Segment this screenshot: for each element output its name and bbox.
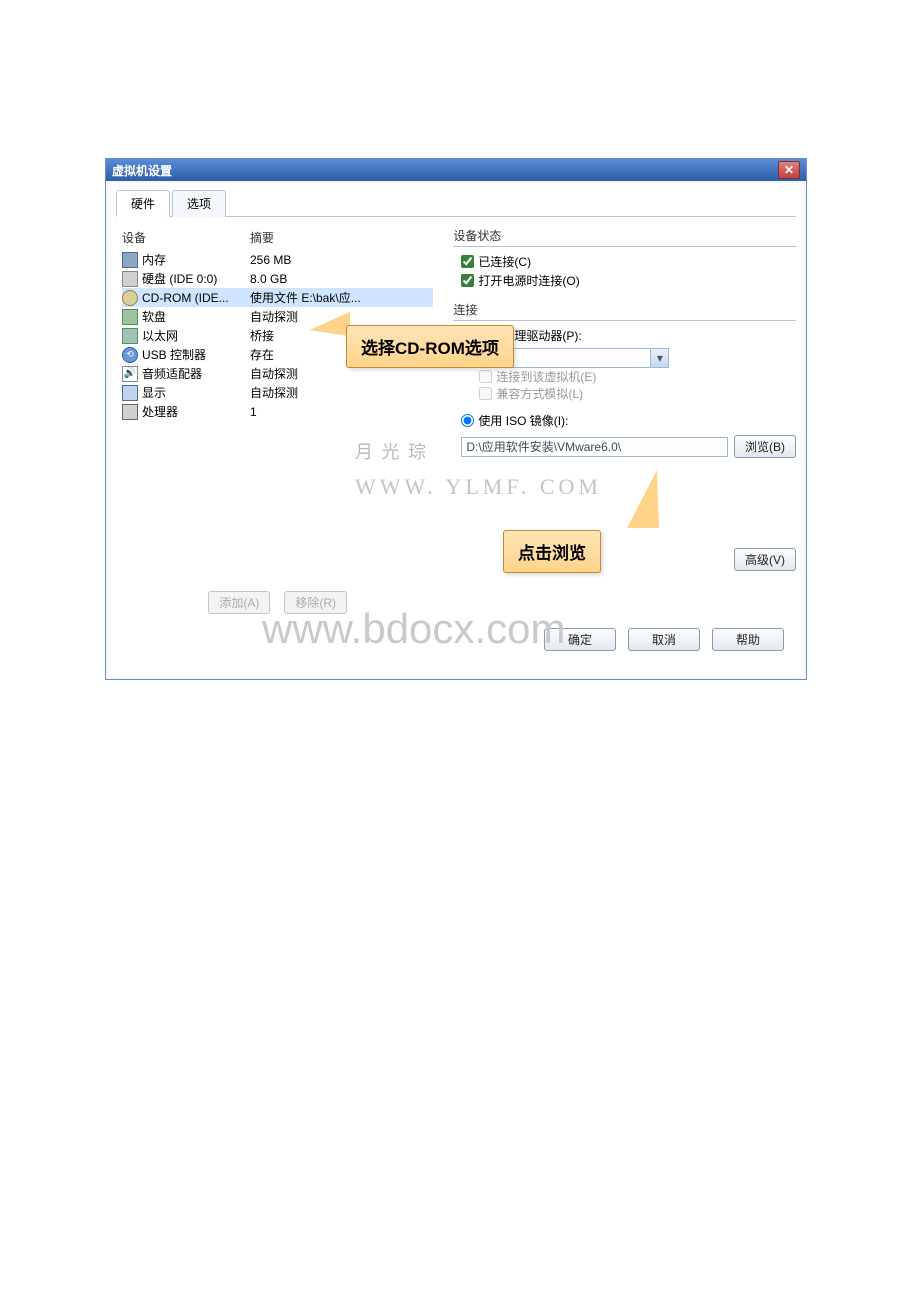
chevron-down-icon[interactable]: ▾ [650, 349, 668, 367]
titlebar: 虚拟机设置 ✕ [106, 159, 806, 181]
connected-input[interactable] [461, 255, 474, 268]
device-row-memory[interactable]: 内存256 MB [122, 250, 433, 269]
device-row-cpu[interactable]: 处理器1 [122, 402, 433, 421]
device-status-title: 设备状态 [453, 227, 796, 244]
col-device: 设备 [122, 229, 250, 246]
dialog-body: 硬件 选项 设备 摘要 内存256 MB 硬盘 (IDE 0:0)8.0 GB … [108, 183, 804, 677]
device-row-floppy[interactable]: 软盘自动探测 [122, 307, 433, 326]
tabs: 硬件 选项 [116, 189, 796, 217]
iso-path-row: 浏览(B) [461, 435, 796, 458]
device-row-cdrom[interactable]: CD-ROM (IDE...使用文件 E:\bak\应... [122, 288, 433, 307]
col-summary: 摘要 [250, 229, 274, 246]
advanced-button[interactable]: 高级(V) [734, 548, 796, 571]
cpu-icon [122, 404, 138, 420]
iso-path-input[interactable] [461, 437, 728, 457]
iso-radio[interactable]: 使用 ISO 镜像(I): [461, 412, 796, 429]
device-list-header: 设备 摘要 [122, 229, 433, 246]
harddisk-icon [122, 271, 138, 287]
vm-settings-dialog: 虚拟机设置 ✕ 硬件 选项 设备 摘要 内存256 MB 硬盘 (IDE 0:0… [105, 158, 807, 680]
device-list: 设备 摘要 内存256 MB 硬盘 (IDE 0:0)8.0 GB CD-ROM… [116, 225, 433, 614]
audio-icon [122, 366, 138, 382]
memory-icon [122, 252, 138, 268]
display-icon [122, 385, 138, 401]
connection-title: 连接 [453, 301, 796, 318]
poweron-input[interactable] [461, 274, 474, 287]
device-row-disk[interactable]: 硬盘 (IDE 0:0)8.0 GB [122, 269, 433, 288]
legacy-input [479, 387, 492, 400]
poweron-checkbox[interactable]: 打开电源时连接(O) [461, 272, 796, 289]
callout-arrow-icon [310, 312, 350, 336]
close-icon[interactable]: ✕ [778, 161, 800, 179]
network-icon [122, 328, 138, 344]
connected-checkbox[interactable]: 已连接(C) [461, 253, 796, 270]
legacy-check: 兼容方式模拟(L) [479, 385, 796, 402]
callout-click-browse: 点击浏览 [503, 530, 601, 573]
cancel-button[interactable]: 取消 [628, 628, 700, 651]
iso-radio-input[interactable] [461, 414, 474, 427]
dialog-title: 虚拟机设置 [112, 162, 172, 179]
usb-icon: ⟲ [122, 347, 138, 363]
floppy-icon [122, 309, 138, 325]
callout-select-cdrom: 选择CD-ROM选项 [346, 325, 514, 368]
content-row: 设备 摘要 内存256 MB 硬盘 (IDE 0:0)8.0 GB CD-ROM… [116, 225, 796, 614]
help-button[interactable]: 帮助 [712, 628, 784, 651]
callout-arrow-icon [627, 470, 659, 528]
browse-button[interactable]: 浏览(B) [734, 435, 796, 458]
tab-options[interactable]: 选项 [172, 190, 226, 217]
direct-connect-check: 连接到该虚拟机(E) [479, 368, 796, 385]
cdrom-icon [122, 290, 138, 306]
watermark-site: WWW. YLMF. COM [355, 474, 602, 500]
watermark-text: 月 光 琮 [355, 438, 428, 464]
watermark-big: www.bdocx.com [262, 605, 565, 653]
direct-connect-input [479, 370, 492, 383]
tab-hardware[interactable]: 硬件 [116, 190, 170, 217]
device-row-display[interactable]: 显示自动探测 [122, 383, 433, 402]
